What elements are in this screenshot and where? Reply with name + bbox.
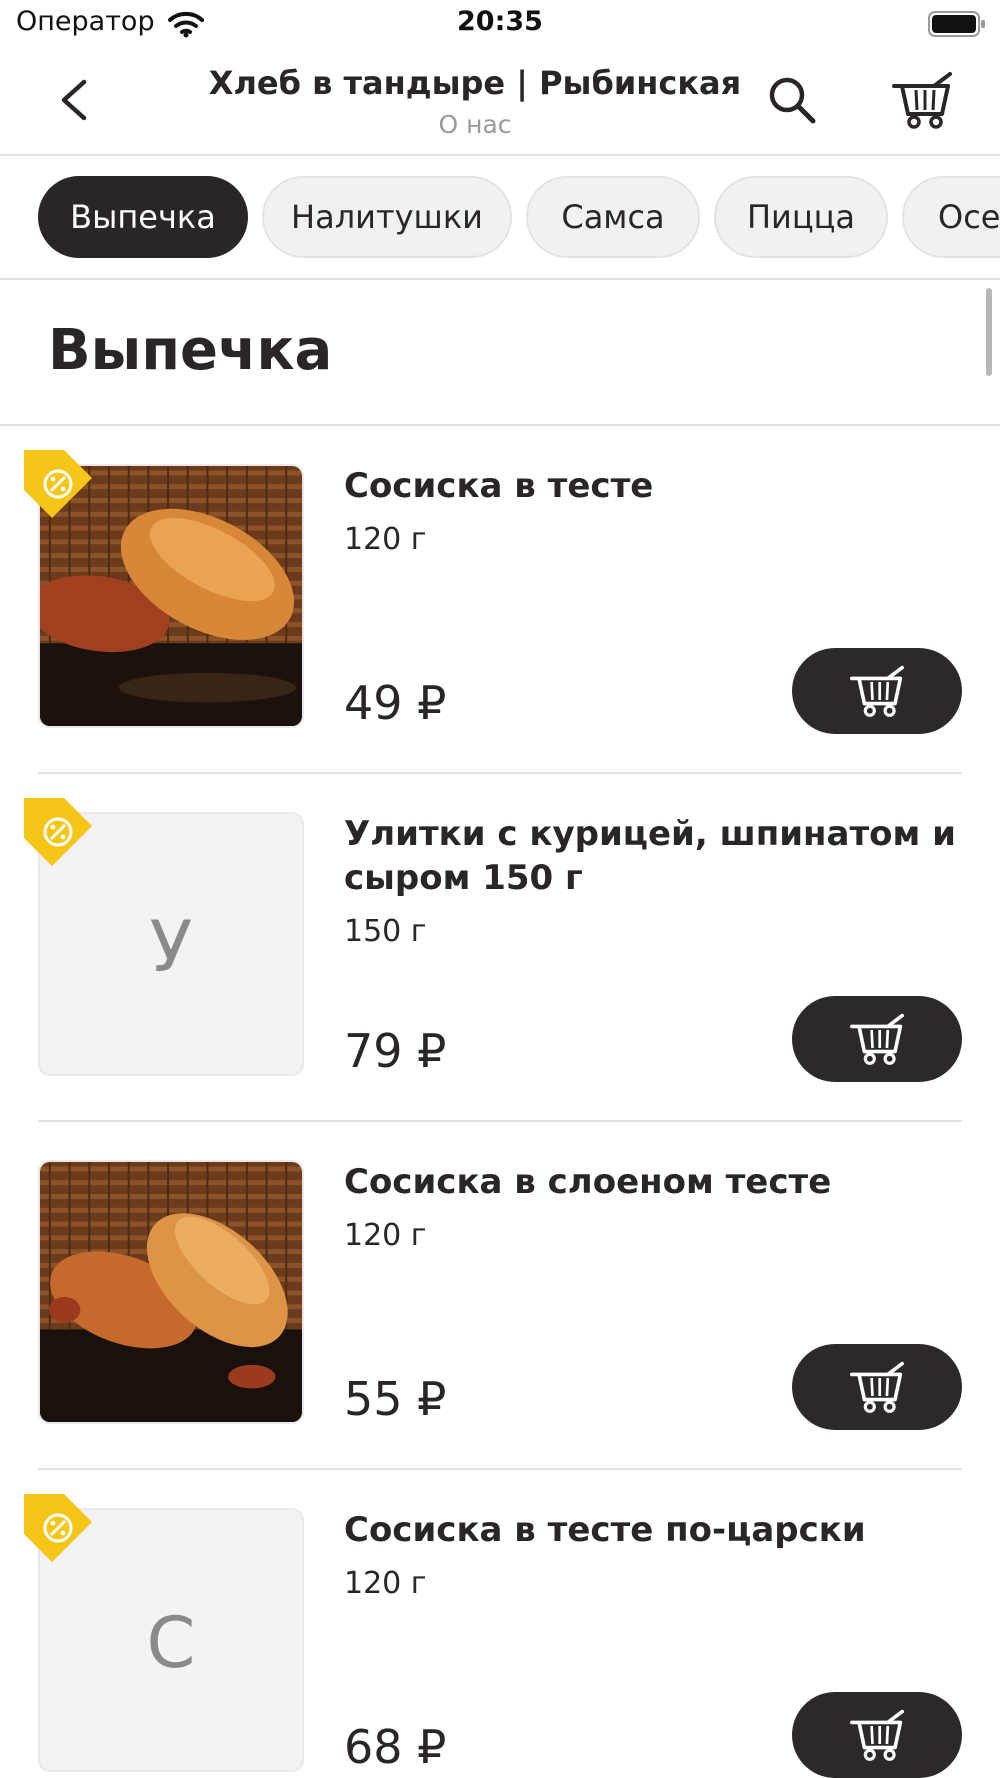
product-name: Сосиска в тесте	[344, 466, 654, 506]
product-weight: 120 г	[344, 522, 427, 557]
placeholder-letter: С	[146, 1602, 196, 1684]
cart-icon	[850, 1013, 904, 1065]
product-weight: 150 г	[344, 914, 427, 949]
discount-icon	[24, 798, 92, 866]
product-weight: 120 г	[344, 1218, 427, 1253]
placeholder-letter: У	[149, 906, 193, 988]
cart-icon	[850, 1361, 904, 1413]
product-photo	[38, 1160, 304, 1424]
add-to-cart-button[interactable]	[792, 1692, 962, 1778]
product-price: 55 ₽	[344, 1372, 447, 1426]
product-price: 68 ₽	[344, 1720, 447, 1774]
product-divider	[38, 772, 962, 774]
product-divider	[38, 1120, 962, 1122]
add-to-cart-button[interactable]	[792, 996, 962, 1082]
add-to-cart-button[interactable]	[792, 648, 962, 734]
product-name: Сосиска в слоеном тесте	[344, 1162, 832, 1202]
product-name: Сосиска в тесте по-царски	[344, 1510, 866, 1550]
product-weight: 120 г	[344, 1566, 427, 1601]
add-to-cart-button[interactable]	[792, 1344, 962, 1430]
discount-icon	[24, 450, 92, 518]
product-price: 49 ₽	[344, 676, 447, 730]
product-price: 79 ₽	[344, 1024, 447, 1078]
discount-icon	[24, 1494, 92, 1562]
product-list: Сосиска в тесте 120 г 49 ₽ У Улитки с ку…	[0, 0, 1000, 1778]
product-divider	[38, 1468, 962, 1470]
cart-icon	[850, 1709, 904, 1761]
cart-icon	[850, 665, 904, 717]
product-name: Улитки с курицей, шпинатом и сыром 150 г	[344, 814, 956, 898]
